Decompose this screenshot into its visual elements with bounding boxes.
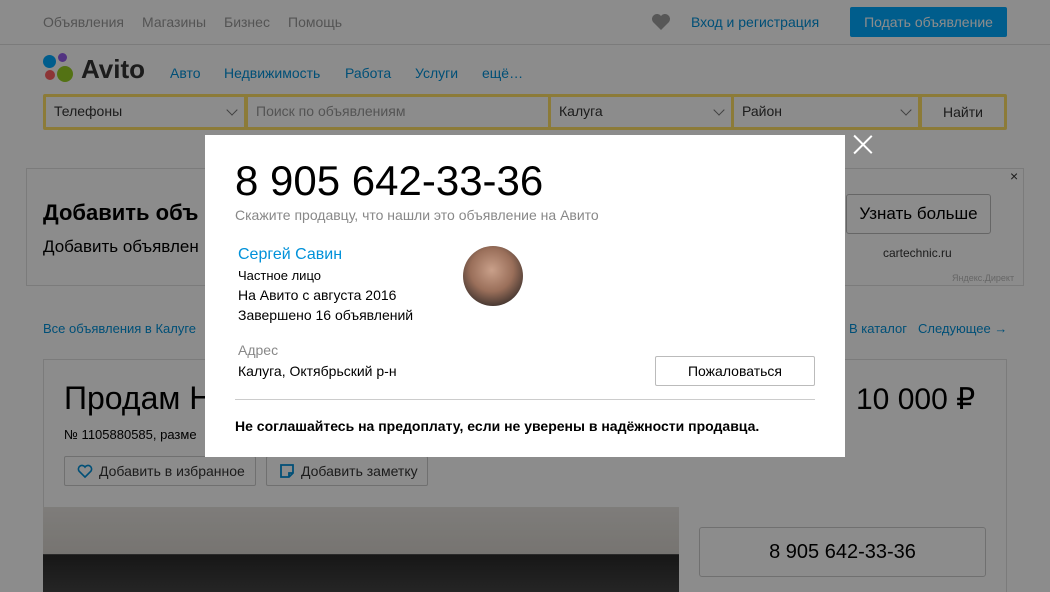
phone-hint: Скажите продавцу, что нашли это объявлен… [235,207,599,223]
phone-modal: 8 905 642-33-36 Скажите продавцу, что на… [205,135,845,457]
seller-avatar[interactable] [463,246,523,306]
divider [235,399,815,400]
report-button[interactable]: Пожаловаться [655,356,815,386]
seller-address: Калуга, Октябрьский р-н [238,363,397,379]
seller-phone-number: 8 905 642-33-36 [235,157,544,204]
address-label: Адрес [238,342,279,358]
seller-name-link[interactable]: Сергей Савин [238,246,342,264]
seller-completed-count: Завершено 16 объявлений [238,307,414,323]
seller-type: Частное лицо [238,268,321,283]
seller-since: На Авито с августа 2016 [238,287,397,303]
prepayment-warning: Не соглашайтесь на предоплату, если не у… [235,418,760,434]
close-icon[interactable] [852,133,874,155]
